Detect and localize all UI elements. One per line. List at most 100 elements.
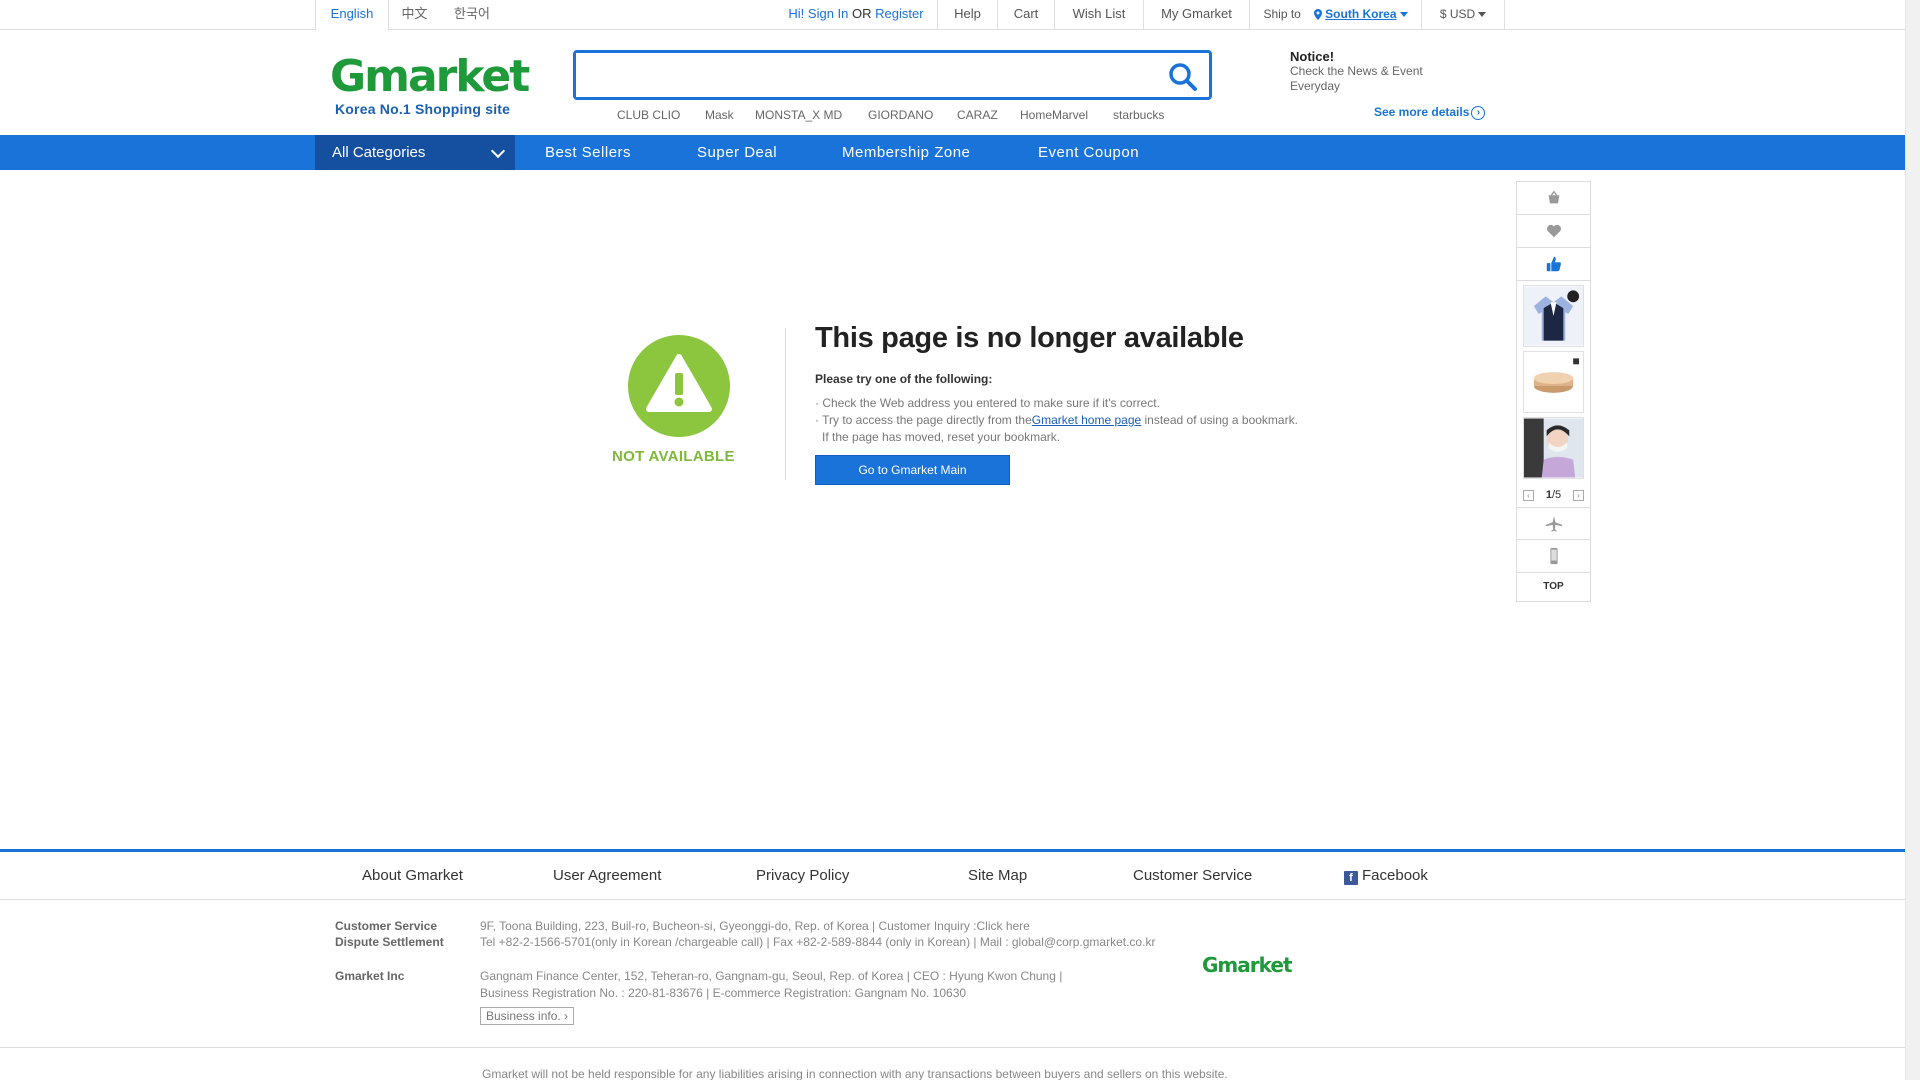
search-icon[interactable]: [1167, 61, 1199, 93]
sidebar-cart[interactable]: [1517, 182, 1590, 215]
cart-icon: [1548, 190, 1559, 204]
gmarket-home-link[interactable]: Gmarket home page: [1032, 413, 1141, 427]
business-info-button[interactable]: Business info. ›: [480, 1007, 575, 1025]
keyword-link[interactable]: GIORDANO: [868, 108, 933, 122]
pager-total: /5: [1551, 489, 1562, 501]
scroll-top-button[interactable]: TOP: [1517, 573, 1590, 601]
see-more-label: See more details: [1374, 105, 1470, 119]
error-tip-2-text: Try to access the page directly from the: [822, 413, 1032, 427]
cs-label: Customer Service: [335, 919, 437, 933]
logo-wordmark: Gmarket: [330, 51, 530, 102]
cs-label-text: Customer Service: [335, 919, 438, 933]
recent-item-mask[interactable]: [1523, 417, 1584, 479]
footer-links: About Gmarket User Agreement Privacy Pol…: [0, 852, 1905, 900]
footer-sitemap-link[interactable]: Site Map: [968, 867, 1027, 884]
footer-facebook-link[interactable]: f Facebook: [1344, 867, 1428, 885]
gmarket-logo[interactable]: Gmarket Korea No.1 Shopping site: [330, 51, 530, 118]
shirt-image: [1524, 286, 1583, 346]
or-text: OR: [852, 6, 872, 21]
mask-model-image: [1524, 418, 1583, 478]
divider: [785, 328, 786, 480]
notice-title: Notice!: [1290, 49, 1335, 64]
sidebar-pager: ‹ 1/5 ›: [1517, 483, 1590, 507]
notice-banner[interactable]: Notice! Check the News & Event Everyday: [1290, 49, 1423, 94]
recent-item-cream[interactable]: [1523, 351, 1584, 413]
inc-address: Gangnam Finance Center, 152, Teheran-ro,…: [480, 969, 1063, 983]
see-more-details-link[interactable]: See more details ›: [1374, 105, 1486, 120]
cream-jar-image: [1524, 352, 1583, 412]
footer-user-agreement-link[interactable]: User Agreement: [553, 867, 661, 884]
chevron-down-icon: [1478, 12, 1487, 18]
footer-about-link[interactable]: About Gmarket: [362, 867, 463, 884]
keyword-link[interactable]: CLUB CLIO: [617, 108, 680, 122]
inc-registration: Business Registration No. : 220-81-83676…: [480, 986, 967, 1000]
search-box: [573, 50, 1212, 100]
nav-event-coupon[interactable]: Event Coupon: [1038, 135, 1139, 170]
nav-membership-zone[interactable]: Membership Zone: [842, 135, 970, 170]
keyword-link[interactable]: starbucks: [1113, 108, 1164, 122]
error-tip-1: · Check the Web address you entered to m…: [815, 396, 1160, 410]
ship-to[interactable]: Ship to South Korea: [1249, 0, 1421, 30]
location-pin-icon: [1314, 9, 1323, 21]
footer-privacy-link[interactable]: Privacy Policy: [756, 867, 849, 884]
all-categories-button[interactable]: All Categories: [315, 135, 515, 170]
keyword-link[interactable]: CARAZ: [957, 108, 998, 122]
greeting: Hi!: [788, 6, 805, 21]
ship-country[interactable]: South Korea: [1325, 7, 1396, 21]
facebook-icon: f: [1344, 871, 1358, 885]
sidebar-wishlist[interactable]: [1517, 215, 1590, 248]
sidebar-shipping[interactable]: [1517, 507, 1590, 540]
mobile-phone-icon: [1549, 547, 1558, 565]
quick-sidebar: ‹ 1/5 › TOP: [1516, 181, 1591, 602]
error-tip-1-text: Check the Web address you entered to mak…: [822, 396, 1160, 410]
search-input[interactable]: [576, 53, 1136, 97]
nav-super-deal[interactable]: Super Deal: [697, 135, 777, 170]
go-to-main-button[interactable]: Go to Gmarket Main: [815, 455, 1010, 485]
all-categories-label: All Categories: [332, 144, 426, 161]
cs-address: 9F, Toona Building, 223, Buil-ro, Bucheo…: [480, 919, 1030, 933]
footer-customer-service-link[interactable]: Customer Service: [1133, 867, 1252, 884]
error-tip-2-suffix: instead of using a bookmark.: [1141, 413, 1298, 427]
footer-disclaimer: Gmarket will not be held responsible for…: [482, 1067, 1228, 1080]
sign-in-link[interactable]: Sign In: [808, 6, 848, 21]
my-gmarket-link[interactable]: My Gmarket: [1143, 0, 1249, 30]
nav-best-sellers[interactable]: Best Sellers: [545, 135, 631, 170]
airplane-icon: [1545, 515, 1562, 532]
lang-chinese[interactable]: 中文: [392, 0, 437, 30]
error-tip-3: If the page has moved, reset your bookma…: [822, 430, 1061, 444]
chevron-right-icon[interactable]: ›: [1573, 490, 1584, 501]
inc-label: Gmarket Inc: [335, 969, 404, 983]
ship-to-label: Ship to: [1263, 7, 1301, 21]
sidebar-mobile[interactable]: [1517, 540, 1590, 573]
footer-logo: Gmarket: [1202, 953, 1293, 977]
keyword-link[interactable]: Mask: [705, 108, 734, 122]
notice-line1: Check the News & Event: [1290, 64, 1423, 78]
keyword-link[interactable]: HomeMarvel: [1020, 108, 1088, 122]
currency-label: $ USD: [1439, 7, 1476, 21]
error-title: This page is no longer available: [815, 322, 1244, 354]
register-link[interactable]: Register: [875, 6, 923, 21]
currency-select[interactable]: $ USD: [1421, 0, 1505, 30]
thumbs-up-icon: [1546, 256, 1561, 272]
cart-link[interactable]: Cart: [997, 0, 1054, 30]
business-info-label: Business info.: [486, 1009, 561, 1023]
error-tip-2: · Try to access the page directly from t…: [815, 413, 1298, 427]
footer-divider: [0, 1047, 1905, 1048]
help-link[interactable]: Help: [937, 0, 997, 30]
keyword-link[interactable]: MONSTA_X MD: [755, 108, 842, 122]
lang-english[interactable]: English: [315, 0, 389, 31]
chevron-left-icon[interactable]: ‹: [1523, 490, 1534, 501]
dispute-label: Dispute Settlement: [335, 935, 444, 949]
wish-list-link[interactable]: Wish List: [1054, 0, 1143, 30]
lang-korean[interactable]: 한국어: [447, 0, 497, 30]
logo-tagline: Korea No.1 Shopping site: [335, 101, 511, 117]
recent-item-shirt[interactable]: [1523, 285, 1584, 347]
not-available-label: NOT AVAILABLE: [612, 448, 735, 465]
main-nav: All Categories Best Sellers Super Deal M…: [0, 135, 1905, 170]
warning-icon: [628, 335, 730, 437]
account-links: Hi! Sign In OR Register: [775, 0, 937, 30]
cs-contact: Tel +82-2-1566-5701(only in Korean /char…: [480, 935, 1156, 949]
page-scrollbar[interactable]: [1905, 0, 1920, 1080]
sidebar-recommend[interactable]: [1517, 248, 1590, 281]
chevron-down-icon: [1399, 12, 1408, 18]
